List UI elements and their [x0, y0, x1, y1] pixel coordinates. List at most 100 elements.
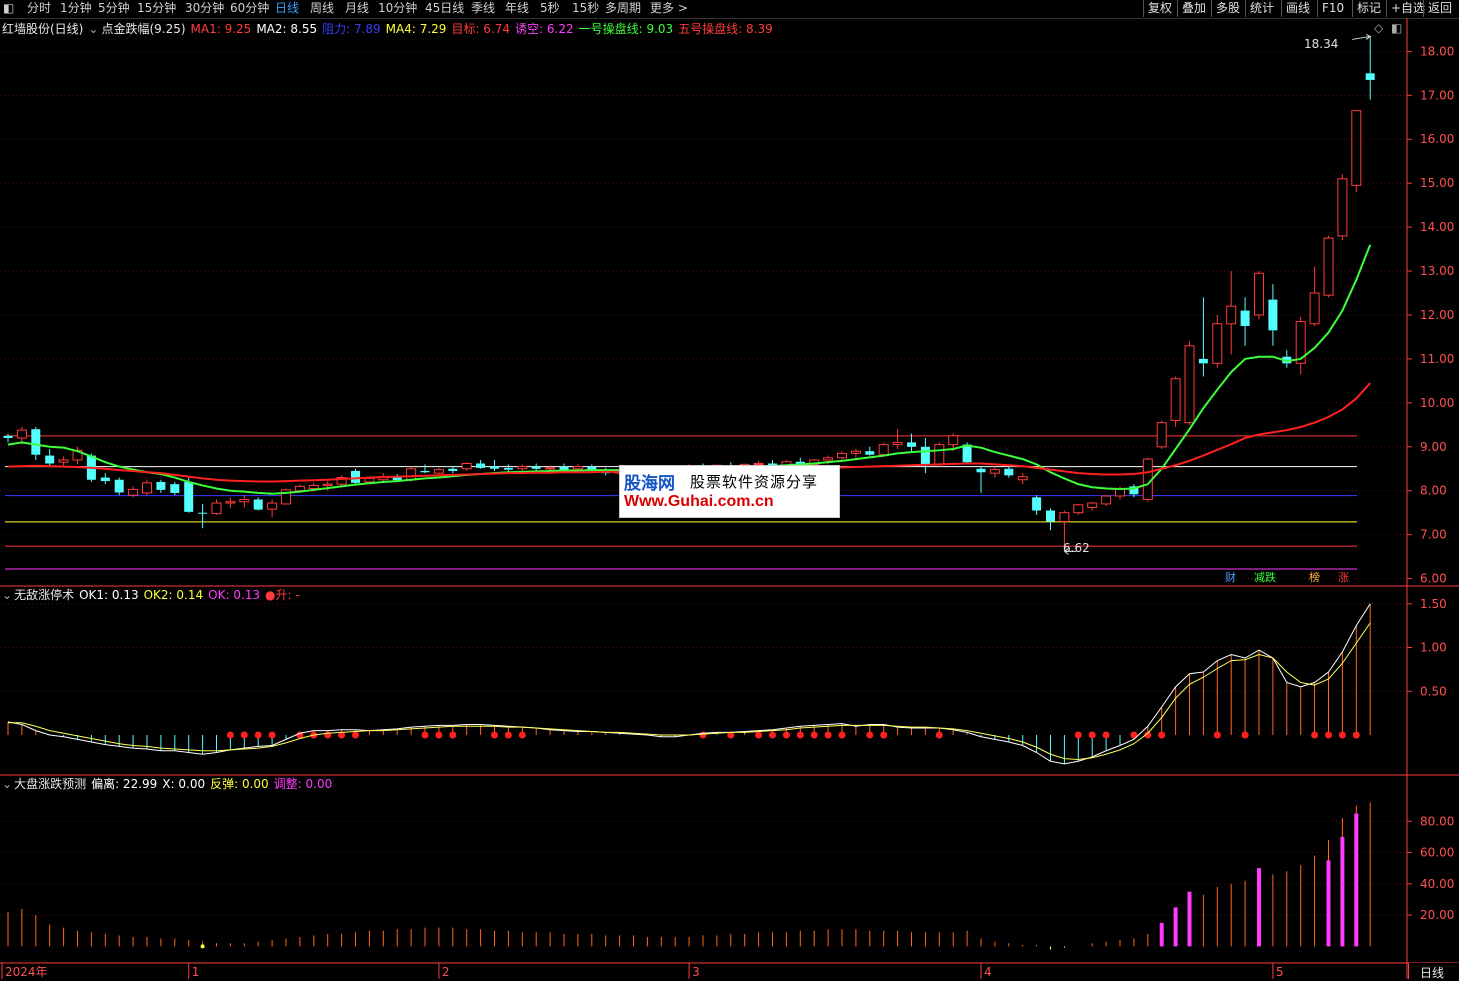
y-tick-label: 10.00	[1420, 396, 1454, 410]
y-tick-label: 20.00	[1420, 908, 1454, 922]
candle-down	[559, 466, 569, 470]
y-tick-label: 6.00	[1420, 572, 1447, 586]
candle-up	[878, 444, 889, 456]
candle-up	[239, 499, 250, 503]
candle-down	[865, 451, 875, 455]
candle-down	[503, 467, 513, 470]
candle-down	[1268, 299, 1278, 331]
tag-rank[interactable]: 榜	[1309, 571, 1320, 585]
x-tick-label: 2	[442, 965, 450, 979]
candle-up	[267, 502, 278, 510]
signal-dot	[1338, 731, 1346, 739]
signal-dot	[769, 731, 776, 739]
candle-up	[892, 441, 903, 446]
candle-up	[308, 484, 319, 490]
candle-up	[1017, 476, 1028, 481]
candle-up	[1101, 495, 1112, 505]
candle-down	[531, 466, 541, 469]
y-tick-label: 0.50	[1420, 684, 1447, 698]
y-tick-label: 17.00	[1420, 88, 1454, 102]
low-price-label: 6.62	[1063, 541, 1090, 555]
candle-up	[1226, 305, 1237, 325]
signal-dot	[254, 731, 262, 739]
candle-down	[1004, 468, 1014, 476]
signal-dot	[449, 731, 457, 739]
candle-down	[184, 481, 194, 512]
candle-up	[572, 466, 583, 470]
signal-dot	[1088, 731, 1096, 739]
signal-dot	[699, 731, 707, 739]
tag-reduce[interactable]: 减跌	[1254, 571, 1276, 585]
candle-up	[1059, 512, 1070, 522]
candle-up	[517, 466, 528, 470]
candle-down	[490, 466, 499, 469]
signal-dot	[1352, 731, 1360, 739]
signal-dot	[1241, 731, 1249, 739]
watermark: 股海网 股票软件资源分享 Www.Guhai.com.cn	[619, 465, 840, 518]
candle-up	[142, 482, 152, 494]
candle-up	[1337, 178, 1348, 237]
period-status[interactable]: 日线	[1408, 963, 1459, 980]
candle-down	[156, 481, 166, 490]
signal-dot	[435, 731, 443, 739]
x-tick-label: 4	[984, 965, 992, 979]
candle-up	[1309, 292, 1320, 325]
y-tick-label: 7.00	[1420, 528, 1447, 542]
candle-up	[461, 462, 472, 470]
candle-down	[45, 455, 55, 464]
diamond-icon[interactable]: ◇	[1374, 21, 1383, 35]
candle-down	[100, 477, 110, 482]
y-tick-label: 15.00	[1420, 176, 1454, 190]
tag-limit-up[interactable]: 涨	[1338, 571, 1349, 585]
signal-dot	[226, 731, 234, 739]
candle-down	[1032, 497, 1042, 511]
panel-toggle-icon[interactable]: ◧	[1391, 21, 1402, 35]
candle-up	[545, 467, 556, 470]
signal-dot	[796, 731, 804, 739]
signal-dot	[1325, 731, 1332, 739]
signal-dot	[504, 731, 512, 739]
candle-up	[225, 501, 236, 504]
candle-down	[448, 468, 458, 471]
x-tick-label: 5	[1276, 965, 1284, 979]
candle-down	[907, 442, 916, 447]
candle-down	[351, 470, 360, 483]
signal-dot	[810, 731, 818, 739]
candle-up	[406, 468, 417, 481]
ma-line-1	[7, 244, 1372, 495]
signal-dot	[1074, 731, 1082, 739]
candle-down	[476, 463, 486, 468]
signal-dot	[755, 731, 763, 739]
candle-up	[58, 459, 69, 463]
signal-dot	[838, 731, 846, 739]
candle-down	[198, 512, 208, 514]
candle-down	[3, 435, 13, 439]
candle-down	[1198, 358, 1208, 364]
signal-dot	[935, 731, 943, 739]
signal-dot	[240, 731, 248, 739]
candle-up	[1087, 502, 1098, 508]
signal-dot	[1311, 731, 1319, 739]
signal-dot	[421, 731, 429, 739]
candle-down	[920, 446, 930, 465]
candle-up	[294, 485, 305, 492]
signal-dot	[1213, 731, 1221, 739]
tag-finance[interactable]: 财	[1225, 571, 1236, 585]
candle-up	[837, 452, 847, 459]
x-tick-label: 1	[192, 965, 200, 979]
y-tick-label: 13.00	[1420, 264, 1454, 278]
candle-up	[823, 457, 834, 461]
signal-dot	[518, 731, 526, 739]
y-tick-label: 60.00	[1420, 846, 1454, 860]
y-tick-label: 9.00	[1420, 440, 1447, 454]
candle-up	[934, 444, 945, 465]
signal-dot	[880, 731, 888, 739]
y-tick-label: 14.00	[1420, 220, 1454, 234]
y-tick-label: 1.00	[1420, 641, 1447, 655]
high-marker	[1352, 33, 1372, 40]
y-tick-label: 11.00	[1420, 352, 1454, 366]
candle-up	[1351, 110, 1362, 186]
candle-up	[211, 502, 222, 515]
candle-down	[170, 484, 180, 493]
signal-dot	[1102, 731, 1110, 739]
